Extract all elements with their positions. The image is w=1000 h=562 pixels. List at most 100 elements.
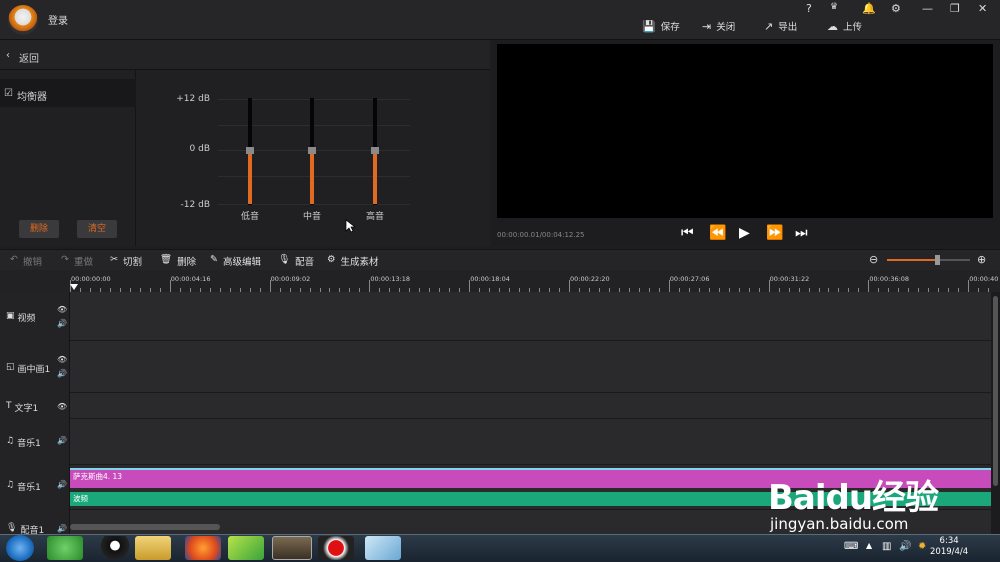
zoom-slider-fill <box>887 259 937 261</box>
taskbar-app-recorder-icon[interactable] <box>318 536 354 560</box>
taskbar-app-qq-icon[interactable] <box>97 536 133 560</box>
app-logo[interactable] <box>8 5 38 35</box>
close-button[interactable]: ✕ <box>978 2 987 15</box>
timeline-horizontal-scrollbar[interactable] <box>70 524 220 530</box>
exit-button[interactable]: ⇥ 关闭 <box>702 19 735 34</box>
ruler-tick-label: 00:00:00:00 <box>71 275 111 283</box>
restore-button[interactable]: ❐ <box>950 2 960 15</box>
checkbox-checked-icon[interactable]: ☑ <box>4 88 13 99</box>
eq-slider-treble-handle[interactable] <box>371 147 379 154</box>
delete-effect-button[interactable]: 删除 <box>19 220 59 238</box>
network-icon[interactable]: ▥ <box>882 541 891 552</box>
save-button[interactable]: 💾 保存 <box>642 19 680 34</box>
delete-button[interactable]: 🗑 删除 <box>160 254 196 268</box>
speaker-icon[interactable]: 🔊 <box>57 319 67 328</box>
video-preview[interactable] <box>497 44 993 218</box>
eye-icon[interactable]: 👁 <box>57 305 67 314</box>
speaker-icon[interactable]: 🔊 <box>57 369 67 378</box>
track-video[interactable] <box>70 292 992 341</box>
minimize-button[interactable]: — <box>922 2 933 15</box>
help-icon[interactable]: ? <box>806 2 812 15</box>
zoom-out-icon[interactable]: ⊖ <box>869 253 878 266</box>
step-back-icon[interactable]: ⏪ <box>709 225 726 241</box>
undo-button[interactable]: ↶ 撤销 <box>10 254 42 268</box>
settings-icon[interactable]: ⚙ <box>891 2 901 15</box>
vip-icon[interactable]: ♛ <box>830 2 838 12</box>
export-button[interactable]: ↗ 导出 <box>764 19 798 34</box>
eye-icon[interactable]: 👁 <box>57 402 67 411</box>
skip-start-icon[interactable]: ⏮ <box>681 225 694 241</box>
redo-button[interactable]: ↷ 重做 <box>61 254 93 268</box>
generate-clip-button[interactable]: ⚙ 生成素材 <box>327 254 379 268</box>
step-forward-icon[interactable]: ⏩ <box>766 225 783 241</box>
band-label-mid: 中音 <box>302 212 321 222</box>
dub-label: 配音 <box>295 257 315 268</box>
track-label-music-1: ♫ 音乐1 <box>6 436 41 449</box>
ruler-tick-label: 00:00:09:02 <box>270 275 311 283</box>
track-name: 文字1 <box>14 404 39 414</box>
chevron-left-icon: ‹ <box>6 50 10 61</box>
taskbar-app-360-icon[interactable] <box>47 536 83 560</box>
advanced-edit-label: 高级编辑 <box>222 257 261 268</box>
eq-slider-bass-fill <box>248 151 252 204</box>
track-text[interactable] <box>70 393 992 419</box>
volume-icon[interactable]: 🔊 <box>899 541 911 552</box>
clear-effects-button[interactable]: 清空 <box>77 220 117 238</box>
grid-line <box>218 204 410 205</box>
track-name: 画中画1 <box>17 365 51 375</box>
effect-label: 均衡器 <box>17 92 47 103</box>
speaker-icon[interactable]: 🔊 <box>57 480 67 489</box>
start-button[interactable] <box>6 535 34 561</box>
upload-button[interactable]: ☁ 上传 <box>827 19 863 34</box>
scrollbar-thumb[interactable] <box>993 296 998 486</box>
ruler-tick <box>968 280 970 292</box>
taskbar-app-media-icon[interactable] <box>228 536 264 560</box>
clock-time: 6:34 <box>939 536 959 546</box>
taskbar-app-explorer-icon[interactable] <box>135 536 171 560</box>
pencil-icon: ✎ <box>210 254 218 265</box>
cut-label: 切割 <box>122 257 142 268</box>
zoom-slider-handle[interactable] <box>934 255 940 265</box>
taskbar-app-firefox-icon[interactable] <box>185 536 221 560</box>
keyboard-icon[interactable]: ⌨ <box>844 541 858 552</box>
clip-title: 波频 <box>73 494 88 503</box>
eq-slider-mid-handle[interactable] <box>308 147 316 154</box>
track-music-1[interactable] <box>70 419 992 465</box>
login-link[interactable]: 登录 <box>48 12 68 27</box>
pip-icon: ◱ <box>6 362 15 372</box>
ruler-tick-label: 00:00:27:06 <box>669 275 710 283</box>
generate-clip-label: 生成素材 <box>340 257 379 268</box>
eye-icon[interactable]: 👁 <box>57 355 67 364</box>
tray-expand-icon[interactable]: ▲ <box>866 541 872 550</box>
upload-label: 上传 <box>843 22 863 33</box>
microphone-icon: 🎙 <box>278 254 291 265</box>
speaker-icon[interactable]: 🔊 <box>57 524 67 533</box>
playhead-marker[interactable] <box>70 284 78 290</box>
band-label-bass: 低音 <box>240 212 259 222</box>
system-clock[interactable]: 6:34 2019/4/4 <box>930 536 968 558</box>
play-icon[interactable]: ▶ <box>739 225 750 241</box>
export-label: 导出 <box>778 22 798 33</box>
speaker-icon[interactable]: 🔊 <box>57 436 67 445</box>
save-icon: 💾 <box>642 19 656 33</box>
zoom-in-icon[interactable]: ⊕ <box>977 253 986 266</box>
taskbar-app-notes-icon[interactable] <box>365 536 401 560</box>
effect-item-equalizer[interactable]: ☑ 均衡器 <box>0 79 136 107</box>
back-bar[interactable]: ‹ 返回 <box>0 40 490 70</box>
taskbar-app-video-editor-icon[interactable] <box>272 536 312 560</box>
ruler-corner <box>0 270 70 292</box>
eq-slider-bass-handle[interactable] <box>246 147 254 154</box>
cut-button[interactable]: ✂ 切割 <box>110 254 142 268</box>
track-pip[interactable] <box>70 341 992 393</box>
skip-end-icon[interactable]: ⏭ <box>795 225 808 241</box>
advanced-edit-button[interactable]: ✎ 高级编辑 <box>210 254 261 268</box>
save-label: 保存 <box>660 22 680 33</box>
music-note-icon: ♫ <box>6 436 15 446</box>
exit-icon: ⇥ <box>702 19 712 33</box>
db-label-mid: 0 dB <box>189 144 210 154</box>
tray-app-icon[interactable]: ✹ <box>918 541 926 552</box>
dub-button[interactable]: 🎙 配音 <box>278 254 314 268</box>
edit-toolbar <box>0 249 1000 270</box>
notification-icon[interactable]: 🔔 <box>862 2 876 15</box>
grid-line <box>218 99 410 100</box>
